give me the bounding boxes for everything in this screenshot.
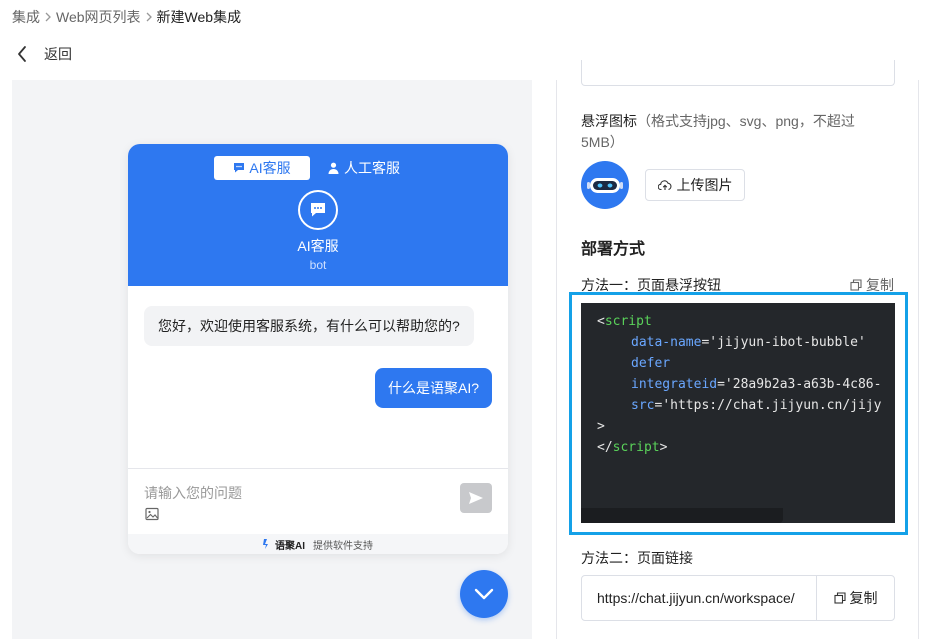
code-attr-integrateid: integrateid <box>631 377 718 392</box>
chevron-right-icon <box>40 12 56 22</box>
code-close-tag: script <box>612 440 660 455</box>
tab-ai-label: AI客服 <box>249 160 291 176</box>
tab-ai-service[interactable]: AI客服 <box>214 156 310 180</box>
code-line-close: </script> <box>597 440 668 455</box>
chat-widget-preview: AI客服 人工客服 AI客服 bot 您好，欢迎使用客服系统，有什么可以帮助您的… <box>128 144 508 554</box>
code-attr-src-value: 'https://chat.jijyun.cn/jijy <box>662 398 882 413</box>
upload-image-button[interactable]: 上传图片 <box>645 169 745 201</box>
code-attr-src: src <box>631 398 655 413</box>
incoming-message: 您好，欢迎使用客服系统，有什么可以帮助您的? <box>144 306 474 346</box>
copy-icon <box>850 279 862 291</box>
send-icon <box>469 492 483 504</box>
breadcrumb-item-integration[interactable]: 集成 <box>12 7 40 27</box>
chevron-down-icon <box>474 588 494 600</box>
code-attr-defer: defer <box>631 356 671 371</box>
code-line-data-name: data-name='jijyun-ibot-bubble' <box>631 335 866 350</box>
user-icon <box>328 162 339 174</box>
float-icon-label: 悬浮图标（格式支持jpg、svg、png，不超过5MB） <box>581 111 881 153</box>
robot-avatar-icon[interactable] <box>581 161 629 209</box>
powered-text: 提供软件支持 <box>313 540 373 552</box>
bot-subtitle: bot <box>309 258 327 272</box>
panel-divider <box>556 80 557 639</box>
back-label: 返回 <box>44 46 72 62</box>
floating-toggle-button[interactable] <box>460 570 508 618</box>
bot-name: AI客服 <box>297 238 339 254</box>
chevron-right-icon <box>141 12 157 22</box>
embed-code-block[interactable]: <script data-name='jijyun-ibot-bubble' d… <box>581 303 895 523</box>
widget-preview-area: AI客服 人工客服 AI客服 bot 您好，欢迎使用客服系统，有什么可以帮助您的… <box>12 80 532 639</box>
code-line-open: <script <box>597 314 652 329</box>
float-icon-title: 悬浮图标 <box>581 113 637 129</box>
copy-link-button[interactable]: 复制 <box>816 575 895 621</box>
code-attr-integrateid-value: '28a9b2a3-a63b-4c86- <box>724 377 882 392</box>
tab-human-service[interactable]: 人工客服 <box>328 156 400 180</box>
page-link-input[interactable]: https://chat.jijyun.cn/workspace/ <box>581 575 817 621</box>
brand-logo-icon <box>263 539 268 549</box>
back-button[interactable]: 返回 <box>16 44 72 64</box>
powered-by-footer: 语聚AI 提供软件支持 <box>128 534 508 554</box>
code-horizontal-scrollbar[interactable] <box>581 508 783 523</box>
deploy-title: 部署方式 <box>581 241 646 258</box>
panel-divider-right <box>918 80 919 639</box>
chevron-left-icon <box>18 46 26 62</box>
bot-avatar-circle <box>298 190 338 230</box>
breadcrumb: 集成 Web网页列表 新建Web集成 <box>12 8 241 26</box>
powered-brand: 语聚AI <box>275 540 305 552</box>
image-icon[interactable] <box>145 507 159 521</box>
chat-input-area: 请输入您的问题 <box>128 468 508 534</box>
chat-bubble-icon <box>311 203 325 217</box>
tab-human-label: 人工客服 <box>344 160 400 176</box>
code-line-src: src='https://chat.jijyun.cn/jijy <box>631 398 882 413</box>
code-attr-data-name-value: 'jijyun-ibot-bubble' <box>709 335 866 350</box>
breadcrumb-item-web-list[interactable]: Web网页列表 <box>56 7 141 27</box>
copy-link-label: 复制 <box>849 590 878 606</box>
cloud-upload-icon <box>657 180 671 191</box>
chat-icon <box>234 163 245 173</box>
copy-icon <box>833 592 846 604</box>
code-attr-data-name: data-name <box>631 335 702 350</box>
code-line-gt: > <box>597 419 605 434</box>
chat-input[interactable]: 请输入您的问题 <box>144 483 242 503</box>
send-button[interactable] <box>460 483 492 513</box>
method2-label: 方法二：页面链接 <box>581 550 693 566</box>
outgoing-message: 什么是语聚AI? <box>374 368 492 408</box>
upload-label: 上传图片 <box>676 177 733 193</box>
code-line-integrateid: integrateid='28a9b2a3-a63b-4c86- <box>631 377 882 392</box>
previous-field-input[interactable] <box>581 60 895 86</box>
breadcrumb-item-current: 新建Web集成 <box>156 9 242 25</box>
code-line-defer: defer <box>581 353 895 374</box>
code-open-tag: script <box>604 314 652 329</box>
chat-widget-header: AI客服 人工客服 AI客服 bot <box>128 144 508 286</box>
